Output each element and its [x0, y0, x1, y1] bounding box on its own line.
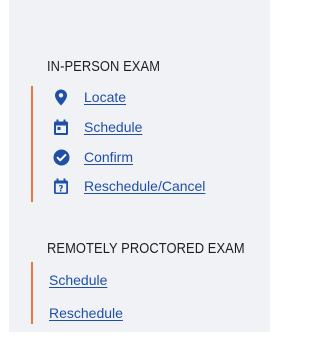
confirm-link-label[interactable]: Confirm — [84, 149, 133, 165]
in-person-exam-heading: IN-PERSON EXAM — [47, 58, 161, 75]
confirm-link[interactable]: Confirm — [52, 148, 133, 166]
reschedule-cancel-link-label[interactable]: Reschedule/Cancel — [84, 178, 205, 194]
location-pin-icon — [52, 88, 70, 106]
schedule-link[interactable]: Schedule — [52, 118, 142, 136]
svg-text:?: ? — [59, 184, 64, 194]
in-person-accent-bar — [31, 86, 33, 202]
remote-reschedule-link[interactable]: Reschedule — [49, 305, 123, 321]
remote-exam-heading: REMOTELY PROCTORED EXAM — [47, 240, 245, 257]
calendar-question-icon: ? — [52, 177, 70, 195]
remote-schedule-link-label[interactable]: Schedule — [49, 272, 107, 288]
exam-links-panel: IN-PERSON EXAM Locate Schedule Confirm ?… — [9, 0, 270, 332]
remote-reschedule-link-label[interactable]: Reschedule — [49, 305, 123, 321]
remote-schedule-link[interactable]: Schedule — [49, 272, 107, 288]
schedule-link-label[interactable]: Schedule — [84, 119, 142, 135]
remote-accent-bar — [31, 262, 33, 324]
locate-link-label[interactable]: Locate — [84, 89, 126, 105]
reschedule-cancel-link[interactable]: ? Reschedule/Cancel — [52, 177, 205, 195]
check-circle-icon — [52, 148, 70, 166]
calendar-icon — [52, 118, 70, 136]
locate-link[interactable]: Locate — [52, 88, 126, 106]
